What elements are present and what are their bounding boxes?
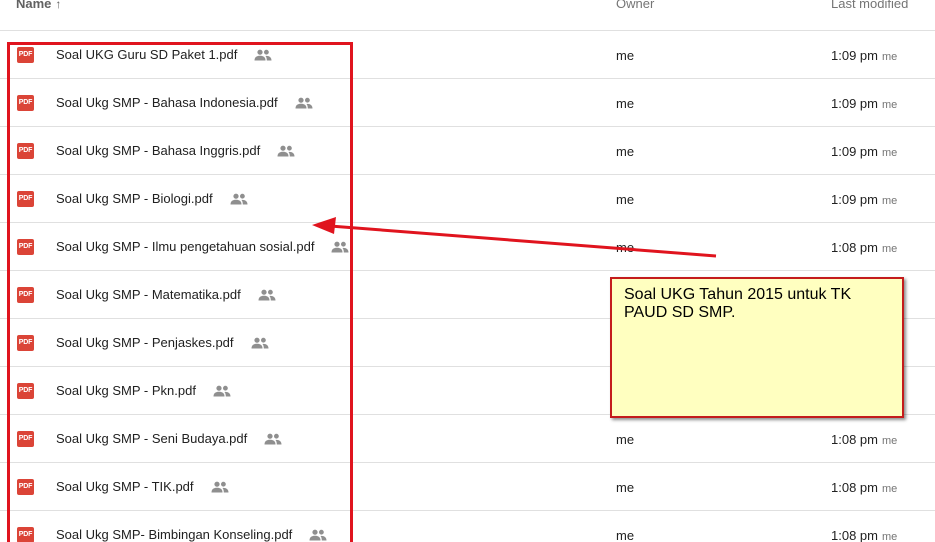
column-header-owner[interactable]: Owner — [616, 0, 654, 11]
file-owner: me — [616, 96, 635, 111]
modified-by: me — [881, 195, 898, 207]
file-owner: me — [616, 480, 635, 495]
modified-by: me — [881, 243, 898, 255]
modified-time: 1:09 pm — [831, 96, 878, 111]
column-header-name-label: Name — [16, 0, 52, 11]
modified-by: me — [881, 51, 898, 63]
file-last-modified: 1:09 pm me — [831, 48, 897, 63]
file-last-modified: 1:08 pm me — [831, 528, 897, 542]
modified-by: me — [881, 99, 898, 111]
file-owner: me — [616, 432, 635, 447]
file-owner: me — [616, 528, 635, 542]
modified-by: me — [881, 483, 898, 495]
file-last-modified: 1:08 pm me — [831, 240, 897, 255]
file-last-modified: 1:08 pm me — [831, 432, 897, 447]
modified-time: 1:08 pm — [831, 240, 878, 255]
column-header-last-modified[interactable]: Last modified — [831, 0, 908, 11]
modified-time: 1:08 pm — [831, 480, 878, 495]
modified-time: 1:09 pm — [831, 144, 878, 159]
sort-ascending-icon[interactable]: ↑ — [55, 0, 61, 11]
modified-time: 1:08 pm — [831, 528, 878, 542]
modified-time: 1:09 pm — [831, 192, 878, 207]
annotation-note-text: Soal UKG Tahun 2015 untuk TK PAUD SD SMP… — [624, 286, 852, 321]
file-owner: me — [616, 48, 635, 63]
file-list-header: Name ↑ Owner Last modified — [0, 0, 935, 31]
file-owner: me — [616, 144, 635, 159]
file-owner: me — [616, 240, 635, 255]
file-last-modified: 1:08 pm me — [831, 480, 897, 495]
annotation-note: Soal UKG Tahun 2015 untuk TK PAUD SD SMP… — [610, 277, 904, 418]
column-header-name[interactable]: Name ↑ — [16, 0, 61, 11]
modified-time: 1:08 pm — [831, 432, 878, 447]
modified-time: 1:09 pm — [831, 48, 878, 63]
modified-by: me — [881, 435, 898, 447]
modified-by: me — [881, 531, 898, 542]
file-last-modified: 1:09 pm me — [831, 192, 897, 207]
file-last-modified: 1:09 pm me — [831, 144, 897, 159]
file-last-modified: 1:09 pm me — [831, 96, 897, 111]
highlight-box — [7, 42, 353, 542]
modified-by: me — [881, 147, 898, 159]
file-owner: me — [616, 192, 635, 207]
